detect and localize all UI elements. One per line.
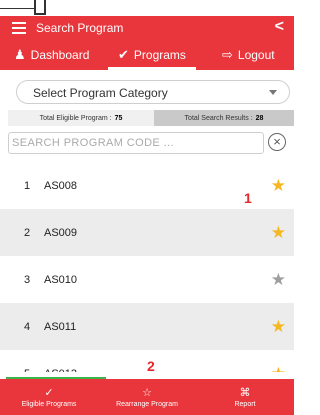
page-title: Search Program xyxy=(36,21,124,35)
user-icon: ♟ xyxy=(14,47,26,62)
program-code: AS011 xyxy=(44,320,77,333)
favorite-star-icon[interactable]: ★ xyxy=(271,224,286,241)
annotation-marker-1: 1 xyxy=(244,190,252,206)
title-bar: Search Program < xyxy=(0,16,294,40)
program-category-value: Select Program Category xyxy=(33,86,168,100)
search-box xyxy=(8,132,264,154)
program-code: AS010 xyxy=(44,273,78,286)
tab-report[interactable]: ⌘ Report xyxy=(196,379,294,415)
nav-dashboard[interactable]: ♟ Dashboard xyxy=(14,40,89,70)
check-icon: ✔ xyxy=(118,47,129,62)
tab-rearrange-program-label: Rearrange Program xyxy=(116,400,178,408)
program-row[interactable]: 3 AS010 ★ xyxy=(0,256,294,303)
program-row[interactable]: 2 AS009 ★ xyxy=(0,209,294,256)
tab-report-label: Report xyxy=(234,400,256,408)
report-icon: ⌘ xyxy=(239,386,251,399)
results-count: Total Search Results : 28 xyxy=(154,110,294,126)
results-label: Total Search Results : xyxy=(184,114,253,122)
nav-logout-label: Logout xyxy=(237,48,275,62)
nav-dashboard-label: Dashboard xyxy=(30,48,90,62)
program-number: 4 xyxy=(24,320,31,333)
program-number: 5 xyxy=(24,368,30,373)
search-input[interactable] xyxy=(12,134,260,152)
logout-icon: ⇨ xyxy=(222,47,233,62)
top-decoration xyxy=(0,0,294,16)
chevron-down-icon xyxy=(269,90,277,95)
eligible-value: 75 xyxy=(114,114,123,122)
eligible-label: Total Eligible Program : xyxy=(39,114,112,122)
tab-eligible-programs-label: Eligible Programs xyxy=(21,400,77,408)
nav-programs-label: Programs xyxy=(133,48,186,62)
favorite-star-icon[interactable]: ★ xyxy=(271,365,286,372)
bottom-tab-bar: ✓ Eligible Programs ☆ Rearrange Program … xyxy=(0,379,294,415)
favorite-star-icon[interactable]: ★ xyxy=(271,177,286,194)
results-value: 28 xyxy=(255,114,264,122)
check-icon: ✓ xyxy=(44,386,54,399)
program-code: AS009 xyxy=(44,226,78,239)
program-number: 1 xyxy=(24,179,31,192)
tab-rearrange-program[interactable]: ☆ Rearrange Program xyxy=(98,379,196,415)
program-code: AS013 xyxy=(44,368,77,373)
clear-circle-icon[interactable]: × xyxy=(268,133,286,151)
active-tab-indicator xyxy=(108,67,196,70)
favorite-star-icon[interactable]: ★ xyxy=(271,318,286,335)
program-row[interactable]: 4 AS011 ★ xyxy=(0,303,294,350)
app-screen: Search Program < ♟ Dashboard ✔ Programs … xyxy=(0,16,294,415)
favorite-star-icon[interactable]: ★ xyxy=(271,271,286,288)
top-nav: ♟ Dashboard ✔ Programs ⇨ Logout xyxy=(0,40,294,70)
program-number: 3 xyxy=(24,273,31,286)
program-code: AS008 xyxy=(44,179,78,192)
annotation-marker-2: 2 xyxy=(147,358,155,372)
program-number: 2 xyxy=(24,226,31,239)
eligible-count: Total Eligible Program : 75 xyxy=(8,110,154,126)
star-outline-icon: ☆ xyxy=(142,386,152,399)
program-list: 1 AS008 ★ 2 AS009 ★ 3 AS010 ★ 4 AS011 ★ 5 AS013 ★ 1 2 xyxy=(0,162,294,372)
tab-eligible-programs[interactable]: ✓ Eligible Programs xyxy=(0,379,98,415)
nav-logout[interactable]: ⇨ Logout xyxy=(222,40,275,70)
nav-programs[interactable]: ✔ Programs xyxy=(118,40,186,70)
program-category-select[interactable]: Select Program Category xyxy=(16,80,290,104)
stats-bar: Total Eligible Program : 75 Total Search… xyxy=(8,110,294,126)
hamburger-icon[interactable] xyxy=(12,22,26,34)
chevron-left-icon[interactable]: < xyxy=(275,18,284,36)
